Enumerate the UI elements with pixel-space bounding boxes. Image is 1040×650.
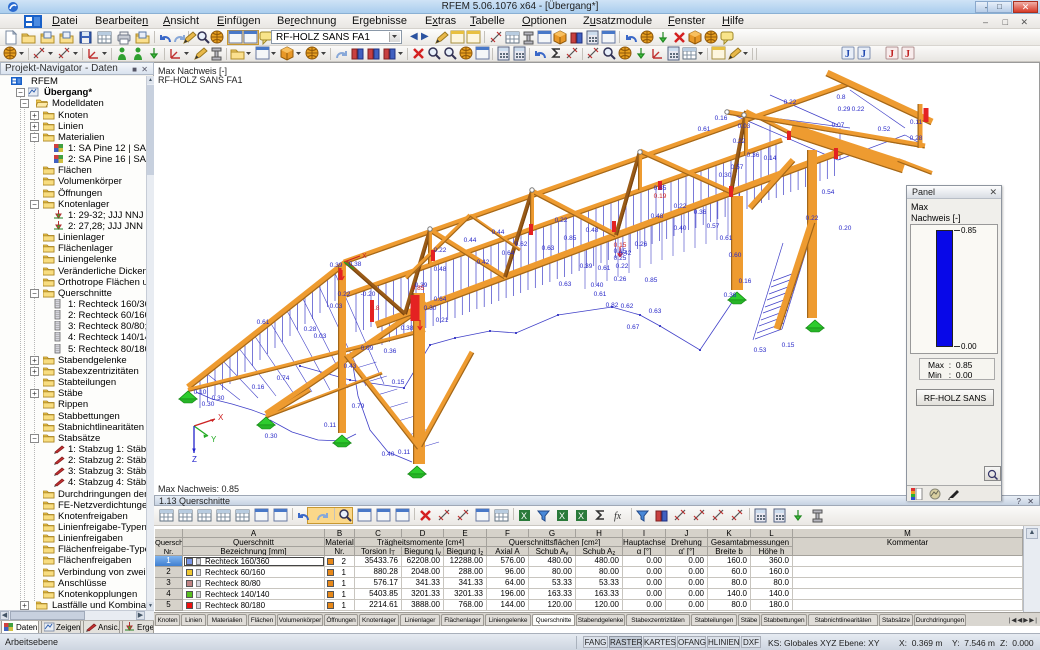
- svg-text:0.16: 0.16: [739, 278, 752, 285]
- svg-text:0.62: 0.62: [621, 303, 634, 310]
- svg-text:0.19: 0.19: [654, 193, 667, 200]
- svg-text:0.85: 0.85: [412, 285, 425, 292]
- svg-text:0.61: 0.61: [598, 265, 611, 272]
- svg-text:0.48: 0.48: [434, 266, 447, 273]
- svg-text:0.79: 0.79: [352, 403, 365, 410]
- svg-text:0.8: 0.8: [370, 305, 379, 312]
- svg-text:0.57: 0.57: [707, 223, 720, 230]
- svg-text:0.10: 0.10: [194, 389, 207, 396]
- svg-text:0.63: 0.63: [559, 281, 572, 288]
- svg-text:0.57: 0.57: [731, 164, 744, 171]
- svg-text:0.39: 0.39: [580, 263, 593, 270]
- svg-text:0.42: 0.42: [477, 259, 490, 266]
- svg-text:0.22: 0.22: [616, 263, 629, 270]
- svg-text:0.40: 0.40: [591, 282, 604, 289]
- svg-text:0.09: 0.09: [361, 345, 374, 352]
- svg-text:0.22: 0.22: [555, 217, 568, 224]
- svg-text:-0.20: -0.20: [361, 291, 376, 298]
- svg-text:0.30: 0.30: [719, 172, 732, 179]
- svg-text:0.44: 0.44: [464, 237, 477, 244]
- svg-text:0.16: 0.16: [252, 384, 265, 391]
- svg-text:0.22: 0.22: [338, 291, 351, 298]
- svg-text:0.74: 0.74: [277, 375, 290, 382]
- svg-text:0.36: 0.36: [724, 292, 737, 299]
- svg-text:0.22: 0.22: [806, 215, 819, 222]
- svg-text:0.20: 0.20: [839, 225, 852, 232]
- svg-text:0.16: 0.16: [715, 115, 728, 122]
- svg-text:0.48: 0.48: [586, 227, 599, 234]
- svg-text:0.11: 0.11: [324, 422, 337, 429]
- svg-text:Z: Z: [192, 455, 197, 464]
- svg-text:0.11: 0.11: [398, 449, 411, 456]
- svg-text:0.54: 0.54: [822, 189, 835, 196]
- svg-text:0.85: 0.85: [654, 185, 667, 192]
- svg-text:0.67: 0.67: [627, 324, 640, 331]
- svg-text:0.53: 0.53: [754, 347, 767, 354]
- svg-text:X: X: [218, 413, 224, 422]
- svg-text:0.30: 0.30: [424, 305, 437, 312]
- svg-text:0.15: 0.15: [614, 248, 627, 255]
- svg-text:0.52: 0.52: [878, 126, 891, 133]
- svg-text:0.15: 0.15: [392, 379, 405, 386]
- svg-text:0.44: 0.44: [492, 229, 505, 236]
- svg-text:0.36: 0.36: [747, 152, 760, 159]
- svg-text:0.11: 0.11: [910, 119, 923, 126]
- svg-text:0.29: 0.29: [838, 106, 851, 113]
- svg-text:0.64: 0.64: [502, 250, 515, 257]
- svg-text:0.03: 0.03: [314, 333, 327, 340]
- svg-text:0.36: 0.36: [384, 348, 397, 355]
- svg-text:0.28: 0.28: [910, 135, 923, 142]
- svg-text:0.14: 0.14: [764, 155, 777, 162]
- svg-text:0.15: 0.15: [782, 342, 795, 349]
- svg-text:0.61: 0.61: [720, 235, 733, 242]
- svg-text:0.39: 0.39: [330, 262, 343, 269]
- svg-text:0.07: 0.07: [832, 122, 845, 129]
- svg-text:0.22: 0.22: [784, 99, 797, 106]
- svg-text:0.25: 0.25: [614, 255, 627, 262]
- svg-text:0.26: 0.26: [635, 241, 648, 248]
- svg-text:0.22: 0.22: [674, 203, 687, 210]
- svg-text:0.61: 0.61: [257, 319, 270, 326]
- svg-text:0.61: 0.61: [594, 291, 607, 298]
- svg-text:0.36: 0.36: [694, 209, 707, 216]
- svg-text:0.21: 0.21: [436, 317, 449, 324]
- svg-text:Y: Y: [211, 435, 217, 444]
- svg-text:0.22: 0.22: [434, 247, 447, 254]
- svg-text:0.40: 0.40: [382, 451, 395, 458]
- svg-text:0.61: 0.61: [698, 126, 711, 133]
- svg-text:0.48: 0.48: [651, 213, 664, 220]
- svg-text:0.28: 0.28: [304, 326, 317, 333]
- svg-text:0.03: 0.03: [738, 123, 751, 130]
- svg-text:0.85: 0.85: [645, 277, 658, 284]
- svg-text:0.63: 0.63: [542, 245, 555, 252]
- svg-text:0.43: 0.43: [344, 363, 357, 370]
- svg-text:X: X: [362, 253, 367, 260]
- svg-text:0.62: 0.62: [515, 241, 528, 248]
- svg-text:0.22: 0.22: [733, 138, 746, 145]
- svg-text:0.30: 0.30: [202, 401, 215, 408]
- svg-text:0.38: 0.38: [349, 261, 362, 268]
- svg-text:0.8: 0.8: [836, 94, 845, 101]
- svg-text:0.38: 0.38: [401, 325, 414, 332]
- svg-text:0.26: 0.26: [614, 276, 627, 283]
- svg-text:0.15: 0.15: [614, 242, 627, 249]
- svg-text:0.85: 0.85: [564, 235, 577, 242]
- svg-text:0.30: 0.30: [265, 433, 278, 440]
- svg-text:0.40: 0.40: [674, 225, 687, 232]
- svg-text:0.22: 0.22: [852, 106, 865, 113]
- svg-text:0.63: 0.63: [649, 308, 662, 315]
- svg-text:0.60: 0.60: [729, 252, 742, 259]
- svg-text:0.82: 0.82: [606, 302, 619, 309]
- svg-text:0.64: 0.64: [434, 296, 447, 303]
- svg-text:0.03: 0.03: [330, 303, 343, 310]
